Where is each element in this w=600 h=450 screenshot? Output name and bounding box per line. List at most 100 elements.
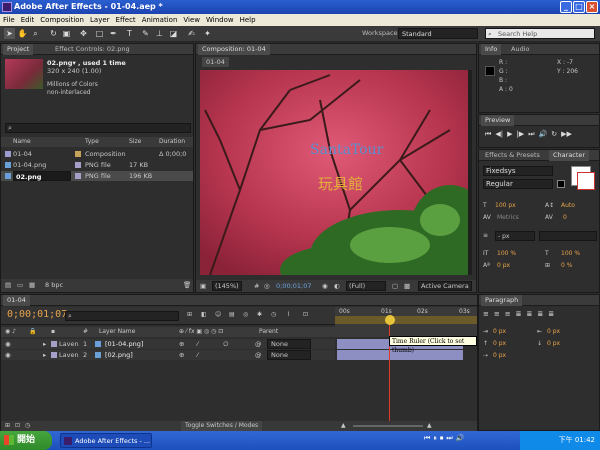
workspace-select[interactable]: Standard [398, 28, 478, 39]
region-of-interest-icon[interactable]: ▢ [392, 280, 398, 292]
hide-shy-icon[interactable]: ☺ [215, 311, 221, 318]
leading-value[interactable]: Auto [561, 200, 575, 212]
maximize-button[interactable]: □ [573, 1, 585, 13]
indent-first-value[interactable]: 0 px [493, 350, 506, 362]
col-name[interactable]: Name [13, 137, 31, 147]
media-volume-icon[interactable]: 🔊 [456, 434, 465, 447]
space-before-value[interactable]: 0 px [493, 338, 506, 350]
kerning-value[interactable]: Metrics [497, 212, 519, 224]
next-frame-icon[interactable]: |▶ [516, 130, 524, 142]
motion-blur-icon[interactable]: ◎ [243, 311, 248, 318]
zoom-slider[interactable] [353, 425, 423, 427]
zoom-tool-icon[interactable]: ⌕ [30, 28, 41, 39]
col-type[interactable]: Type [85, 137, 99, 147]
start-button[interactable]: 開始 [0, 431, 52, 450]
parent-select[interactable]: None [267, 350, 311, 360]
rotation-tool-icon[interactable]: ↻ [48, 28, 59, 39]
tab-character[interactable]: Character [549, 150, 590, 161]
align-center-icon[interactable]: ≡ [494, 310, 500, 320]
expand-arrow-icon[interactable]: ▸ [43, 350, 46, 360]
tab-paragraph[interactable]: Paragraph [481, 295, 523, 306]
play-icon[interactable]: ▶ [507, 130, 512, 142]
mute-audio-icon[interactable]: 🔊 [539, 130, 548, 142]
font-family-select[interactable]: Fixedsys [483, 166, 553, 176]
shy-switch-icon[interactable]: ⊕ [179, 350, 184, 360]
justify-last-center-icon[interactable]: ≣ [527, 310, 533, 320]
clone-stamp-tool-icon[interactable]: ⊥ [154, 28, 165, 39]
baseline-shift-value[interactable]: 0 px [497, 260, 510, 272]
align-left-icon[interactable]: ≡ [483, 310, 489, 320]
label-color-icon[interactable] [51, 341, 57, 347]
tab-project[interactable]: Project [3, 44, 34, 55]
pick-whip-icon[interactable]: @ [255, 339, 262, 349]
project-item[interactable]: 02.png PNG file 196 KB [1, 171, 193, 181]
col-duration[interactable]: Duration [159, 137, 185, 147]
bpc-label[interactable]: 8 bpc [45, 279, 63, 292]
loop-icon[interactable]: ↻ [551, 130, 557, 142]
zoom-select[interactable]: (145%) [212, 281, 242, 291]
brainstorm-icon[interactable]: ✱ [257, 311, 262, 318]
col-parent[interactable]: Parent [259, 327, 278, 337]
ram-preview-icon[interactable]: ▶▶ [561, 130, 572, 142]
zoom-in-icon[interactable]: ▲ [427, 421, 432, 431]
fx-switch-icon[interactable]: ∅ [223, 339, 229, 349]
time-ruler[interactable]: 00s 01s 02s 03s [335, 307, 477, 337]
menu-window[interactable]: Window [203, 14, 237, 26]
roto-brush-tool-icon[interactable]: ✍ [186, 28, 197, 39]
space-after-value[interactable]: 0 px [547, 338, 560, 350]
minimize-button[interactable]: _ [560, 1, 572, 13]
last-frame-icon[interactable]: ⏭ [528, 130, 534, 142]
pen-tool-icon[interactable]: ✒ [108, 28, 119, 39]
tab-effect-controls[interactable]: Effect Controls: 02.png [51, 44, 134, 55]
project-item[interactable]: 01-04 Composition Δ 0;00;0 [1, 149, 193, 159]
indent-left-value[interactable]: 0 px [493, 326, 506, 338]
expand-time-stretch-icon[interactable]: ◷ [25, 421, 30, 431]
search-help-input[interactable]: ⌕ Search Help [485, 28, 595, 39]
camera-select[interactable]: Active Camera [418, 281, 472, 291]
brush-tool-icon[interactable]: ✎ [140, 28, 151, 39]
justify-last-right-icon[interactable]: ≣ [537, 310, 543, 320]
tab-effects-presets[interactable]: Effects & Presets [481, 150, 544, 161]
frame-blending-icon[interactable]: ▤ [229, 311, 235, 318]
expand-layer-switches-icon[interactable]: ⊞ [5, 421, 10, 431]
tab-timeline-01-04[interactable]: 01-04 [3, 295, 30, 306]
color-channel-icon[interactable]: ◐ [334, 280, 340, 292]
pick-whip-icon[interactable]: @ [255, 350, 262, 360]
indent-right-value[interactable]: 0 px [547, 326, 560, 338]
stroke-width-value[interactable]: - px [495, 231, 535, 241]
pan-behind-tool-icon[interactable]: ✥ [78, 28, 89, 39]
delete-icon[interactable]: 🗑 [183, 279, 191, 292]
toggle-switches-modes-button[interactable]: Toggle Switches / Modes [181, 421, 263, 431]
shy-switch-icon[interactable]: ⊕ [179, 339, 184, 349]
mask-icon[interactable]: ◎ [264, 280, 270, 292]
parent-select[interactable]: None [267, 339, 311, 349]
resolution-select[interactable]: (Full) [346, 281, 386, 291]
rectangle-tool-icon[interactable]: □ [94, 28, 105, 39]
camera-tool-icon[interactable]: ▣ [61, 28, 72, 39]
menu-view[interactable]: View [180, 14, 203, 26]
menu-effect[interactable]: Effect [113, 14, 139, 26]
font-style-select[interactable]: Regular [483, 179, 553, 189]
selection-tool-icon[interactable]: ➤ [4, 28, 15, 39]
menu-file[interactable]: File [0, 14, 18, 26]
swap-colors-icon[interactable] [557, 180, 565, 188]
horizontal-scale-value[interactable]: 100 % [561, 248, 580, 260]
eraser-tool-icon[interactable]: ◪ [168, 28, 179, 39]
col-size[interactable]: Size [129, 137, 141, 147]
tsume-value[interactable]: 0 % [561, 260, 572, 272]
layer-row[interactable]: ◉ ▸ Laven 1 [01-04.png] ⊕ ⁄ ∅ @ None [1, 339, 335, 349]
auto-keyframe-icon[interactable]: ◷ [271, 311, 276, 318]
draft-3d-icon[interactable]: ◧ [201, 311, 207, 318]
grid-icon[interactable]: # [254, 280, 259, 292]
timeline-timecode[interactable]: 0;00;01;07 [7, 309, 67, 320]
first-frame-icon[interactable]: ⏮ [485, 130, 491, 142]
type-tool-icon[interactable]: T [124, 28, 135, 39]
tab-info[interactable]: Info [481, 44, 502, 55]
tab-composition[interactable]: Composition: 01-04 [198, 44, 270, 55]
composition-viewer[interactable]: SantaTour 玩具館 [200, 70, 472, 275]
layer-row[interactable]: ◉ ▸ Laven 2 [02.png] ⊕ ⁄ @ None [1, 350, 335, 360]
composition-timecode[interactable]: 0;00;01;07 [276, 280, 312, 292]
transparency-grid-icon[interactable]: ▩ [404, 280, 410, 292]
tab-preview[interactable]: Preview [481, 115, 515, 126]
align-right-icon[interactable]: ≡ [505, 310, 511, 320]
